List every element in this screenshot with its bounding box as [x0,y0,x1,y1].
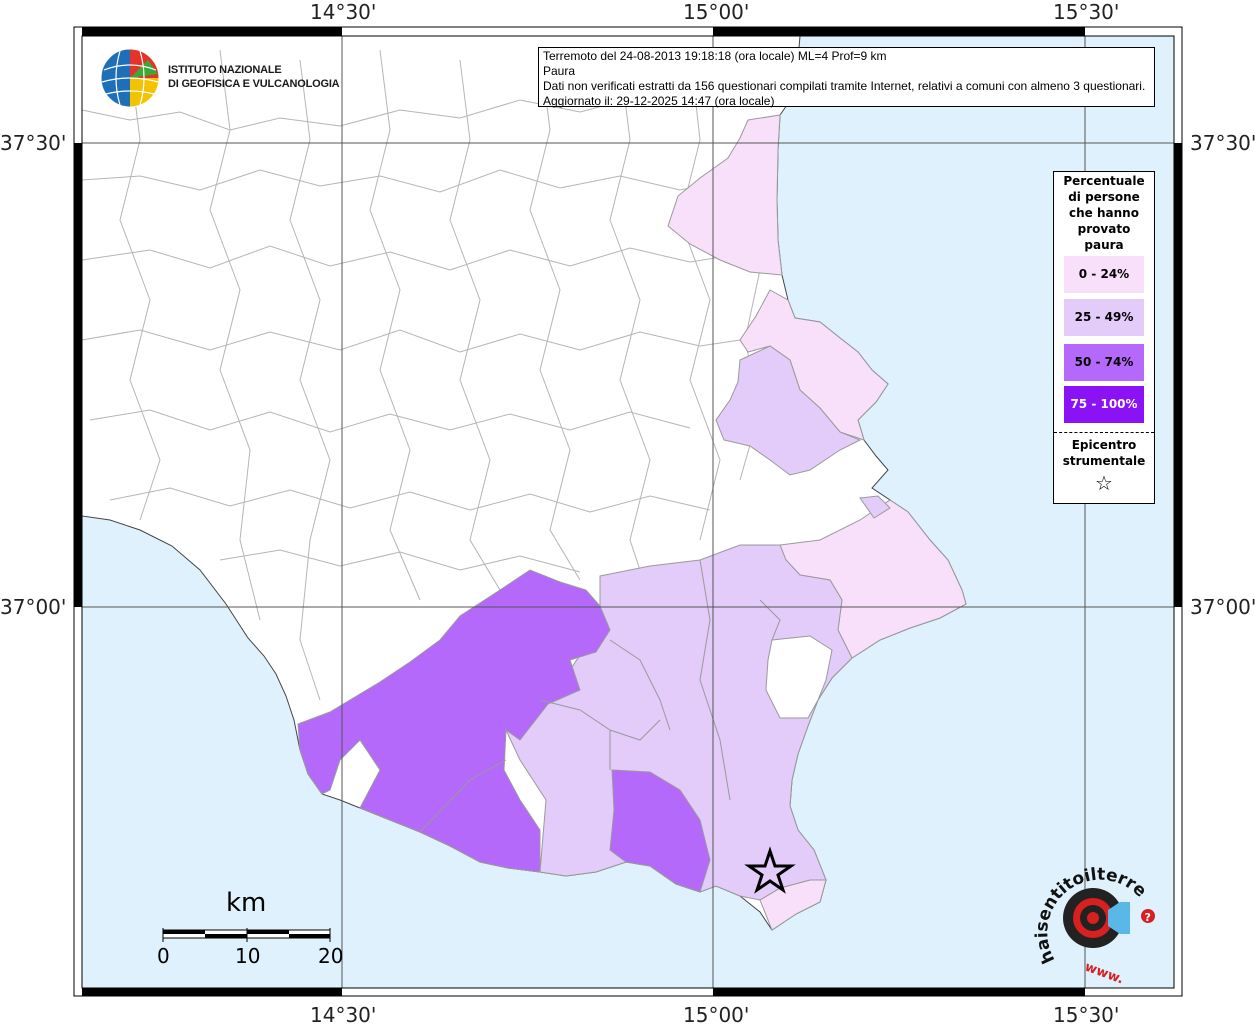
legend-class-50-74: 50 - 74% [1064,344,1144,381]
event-title: Terremoto del 24-08-2013 19:18:18 (ora l… [543,49,887,63]
brand-prefix: www. [1083,960,1126,985]
scale-unit: km [226,888,267,918]
left-lat-label: 37°00' [0,595,67,619]
scale-label: 0 [157,944,170,968]
updated-timestamp: Aggiornato il: 29-12-2025 14:47 (ora loc… [543,94,775,108]
legend-epicenter: Epicentro strumentale ☆ [1054,437,1154,495]
svg-text:?: ? [1145,911,1151,924]
ingv-logo-text: ISTITUTO NAZIONALE DI GEOFISICA E VULCAN… [168,64,340,90]
legend-class-75-100: 75 - 100% [1064,386,1144,423]
legend-divider [1054,432,1154,433]
top-lon-label: 15°30' [1053,0,1120,24]
bottom-lon-label: 14°30' [310,1003,377,1027]
haisentito-logo[interactable]: haisentitoilterremoto.it ? www. [1030,850,1165,985]
legend-title: Percentuale di persone che hanno provato… [1063,174,1145,252]
scale-label: 10 [235,944,261,968]
top-lon-label: 15°00' [683,0,750,24]
data-disclaimer: Dati non verificati estratti da 156 ques… [543,79,1146,93]
scale-label: 20 [318,944,344,968]
right-lat-label: 37°30' [1190,131,1256,155]
bottom-lon-label: 15°00' [683,1003,750,1027]
question-icon: ? [1141,909,1155,924]
bottom-lon-label: 15°30' [1053,1003,1120,1027]
top-lon-label: 14°30' [310,0,377,24]
map-parameter: Paura [543,64,576,78]
event-info-box: Terremoto del 24-08-2013 19:18:18 (ora l… [538,47,1155,108]
legend: Percentuale di persone che hanno provato… [1053,171,1155,504]
right-lat-label: 37°00' [1190,595,1256,619]
legend-class-0-24: 0 - 24% [1064,256,1144,293]
legend-star-icon: ☆ [1095,471,1113,495]
legend-class-25-49: 25 - 49% [1064,299,1144,336]
left-lat-label: 37°30' [0,131,67,155]
